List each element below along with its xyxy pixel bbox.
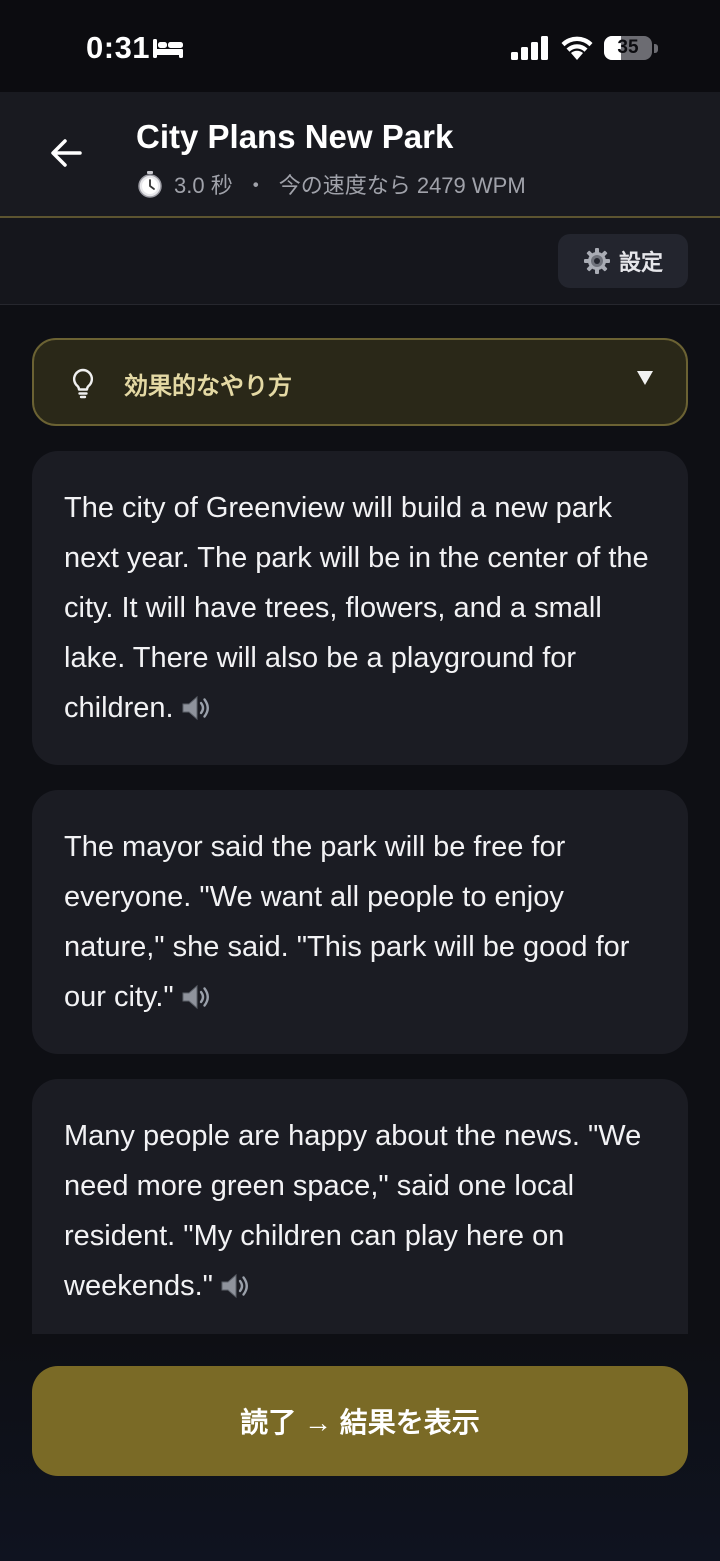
paragraph-card: The city of Greenview will build a new p… (32, 451, 688, 765)
paragraph-2-text: The mayor said the park will be free for… (64, 831, 630, 1013)
paragraph-card: Many people are happy about the news. "W… (32, 1079, 688, 1334)
paragraph-text: The mayor said the park will be free for… (64, 822, 656, 1022)
finish-button-label: 読了 → 結果を表示 (240, 1407, 480, 1438)
speaker-icon[interactable] (180, 693, 214, 723)
speaker-icon[interactable] (219, 1271, 253, 1301)
paragraph-card: The mayor said the park will be free for… (32, 790, 688, 1054)
paragraph-3-text: Many people are happy about the news. "W… (64, 1120, 642, 1302)
speaker-icon[interactable] (180, 982, 214, 1012)
paragraph-text: Many people are happy about the news. "W… (64, 1111, 656, 1311)
paragraph-text: The city of Greenview will build a new p… (64, 483, 656, 733)
article-scroll-area[interactable]: The city of Greenview will build a new p… (0, 0, 720, 1334)
paragraph-1-text: The city of Greenview will build a new p… (64, 492, 649, 724)
bottom-action-bar: 読了 → 結果を表示 (0, 1334, 720, 1561)
finish-reading-button[interactable]: 読了 → 結果を表示 (32, 1366, 688, 1476)
